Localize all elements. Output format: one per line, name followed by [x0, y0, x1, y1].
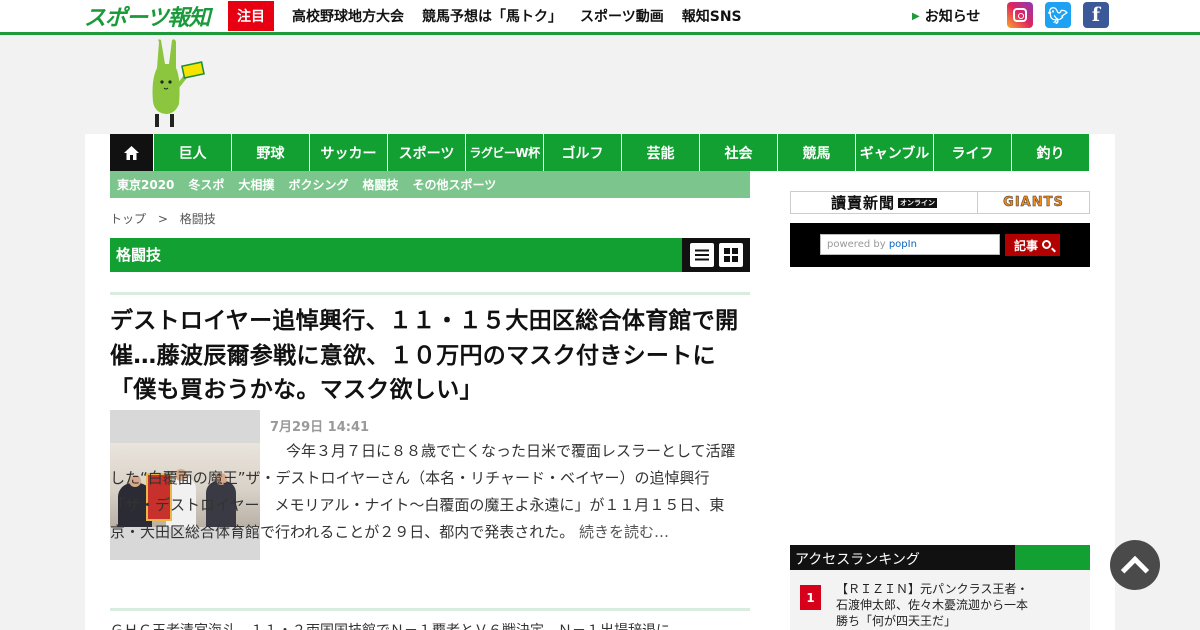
yomiuri-badge: オンライン	[898, 197, 937, 208]
article-date: 7月29日 14:41	[270, 420, 370, 435]
breadcrumb-current: 格闘技	[179, 212, 216, 226]
search-placeholder: powered by	[827, 239, 889, 250]
sub-nav-sumo[interactable]: 大相撲	[238, 176, 274, 193]
top-nav-video[interactable]: スポーツ動画	[580, 6, 664, 26]
popin-brand: popIn	[888, 239, 917, 250]
next-article-headline[interactable]: ＧＨＣ王者清宮海斗、１１・２両国国技館でＮ－１覇者とＶ６戦決定 Ｎ－１出場辞退に	[110, 620, 750, 630]
nav-item-soccer[interactable]: サッカー	[309, 134, 387, 171]
breadcrumb-home[interactable]: トップ	[110, 212, 146, 226]
facebook-icon[interactable]: f	[1083, 2, 1109, 28]
hot-label: 注目	[228, 1, 274, 31]
sub-nav-other[interactable]: その他スポーツ	[412, 176, 496, 193]
search-icon	[1042, 239, 1051, 249]
divider	[110, 608, 750, 611]
top-nav: 高校野球地方大会 競馬予想は「馬トク」 スポーツ動画 報知SNS	[292, 0, 760, 32]
home-icon[interactable]	[110, 134, 153, 171]
sub-nav-boxing[interactable]: ボクシング	[288, 176, 348, 193]
yomiuri-label: 讀賣新聞	[830, 194, 895, 212]
top-nav-sns[interactable]: 報知SNS	[682, 6, 742, 26]
sub-nav-fighting[interactable]: 格闘技	[362, 176, 398, 193]
nav-item-sports[interactable]: スポーツ	[387, 134, 465, 171]
sub-nav-tokyo2020[interactable]: 東京2020	[117, 176, 174, 193]
scroll-to-top-button[interactable]	[1110, 540, 1160, 590]
nav-item-gamble[interactable]: ギャンブル	[855, 134, 933, 171]
twitter-icon[interactable]: 🐦︎	[1045, 2, 1071, 28]
section-title: 格闘技	[116, 246, 162, 264]
search-input[interactable]: powered by popIn	[820, 234, 1000, 255]
ranking-list: 1 【ＲＩＺＩＮ】元パンクラス王者・石渡伸太郎、佐々木憂流迦から一本勝ち「何が四…	[790, 570, 1090, 630]
nav-item-life[interactable]: ライフ	[933, 134, 1011, 171]
ranking-header: アクセスランキング	[790, 545, 1090, 570]
ranking-number: 1	[800, 585, 821, 610]
nav-item-rugby[interactable]: ラグビーW杯	[465, 134, 543, 171]
giants-link[interactable]: GIANTS	[978, 192, 1089, 213]
search-button-label: 記事	[1013, 238, 1038, 253]
nav-item-entertainment[interactable]: 芸能	[621, 134, 699, 171]
main-nav: 巨人 野球 サッカー スポーツ ラグビーW杯 ゴルフ 芸能 社会 競馬 ギャンブ…	[110, 134, 1089, 171]
read-more-link[interactable]: 続きを読む…	[579, 523, 669, 541]
nav-item-golf[interactable]: ゴルフ	[543, 134, 621, 171]
nav-item-society[interactable]: 社会	[699, 134, 777, 171]
top-nav-umatoku[interactable]: 競馬予想は「馬トク」	[422, 6, 562, 26]
instagram-icon[interactable]	[1007, 2, 1033, 28]
site-logo[interactable]: スポーツ報知	[84, 2, 211, 31]
article-headline[interactable]: デストロイヤー追悼興行、１１・１５大田区総合体育館で開催…藤波辰爾参戦に意欲、１…	[110, 304, 750, 408]
nav-item-giants[interactable]: 巨人	[153, 134, 231, 171]
list-view-icon[interactable]	[689, 243, 714, 267]
ranking-item[interactable]: 【ＲＩＺＩＮ】元パンクラス王者・石渡伸太郎、佐々木憂流迦から一本勝ち「何が四天王…	[836, 581, 1036, 629]
chevron-up-icon	[1120, 555, 1150, 585]
ranking-title: アクセスランキング	[795, 552, 920, 568]
mascot-illustration	[152, 39, 205, 127]
search-button[interactable]: 記事	[1005, 234, 1060, 256]
grid-view-icon[interactable]	[718, 243, 743, 267]
breadcrumb: トップ > 格闘技	[110, 210, 216, 227]
nav-item-horse-racing[interactable]: 競馬	[777, 134, 855, 171]
triangle-right-icon: ▶	[912, 10, 920, 22]
nav-item-fishing[interactable]: 釣り	[1011, 134, 1089, 171]
article-summary: 今年３月７日に８８歳で亡くなった日米で覆面レスラーとして活躍した“白覆面の魔王”…	[110, 438, 750, 546]
search-panel: powered by popIn 記事	[790, 223, 1090, 267]
section-header: 格闘技	[110, 238, 750, 272]
news-label: お知らせ	[924, 9, 981, 25]
yomiuri-banner: 讀賣新聞 オンライン GIANTS	[790, 191, 1090, 214]
view-toggle	[682, 238, 750, 272]
divider	[110, 292, 750, 295]
nav-item-baseball[interactable]: 野球	[231, 134, 309, 171]
breadcrumb-separator: >	[157, 212, 168, 226]
sub-nav-winter[interactable]: 冬スポ	[188, 176, 224, 193]
yomiuri-link[interactable]: 讀賣新聞 オンライン	[791, 192, 978, 213]
top-nav-koshien[interactable]: 高校野球地方大会	[292, 6, 404, 26]
news-link[interactable]: ▶ お知らせ	[912, 0, 980, 32]
sub-nav: 東京2020 冬スポ 大相撲 ボクシング 格闘技 その他スポーツ	[110, 171, 750, 198]
ranking-accent	[1015, 545, 1090, 570]
